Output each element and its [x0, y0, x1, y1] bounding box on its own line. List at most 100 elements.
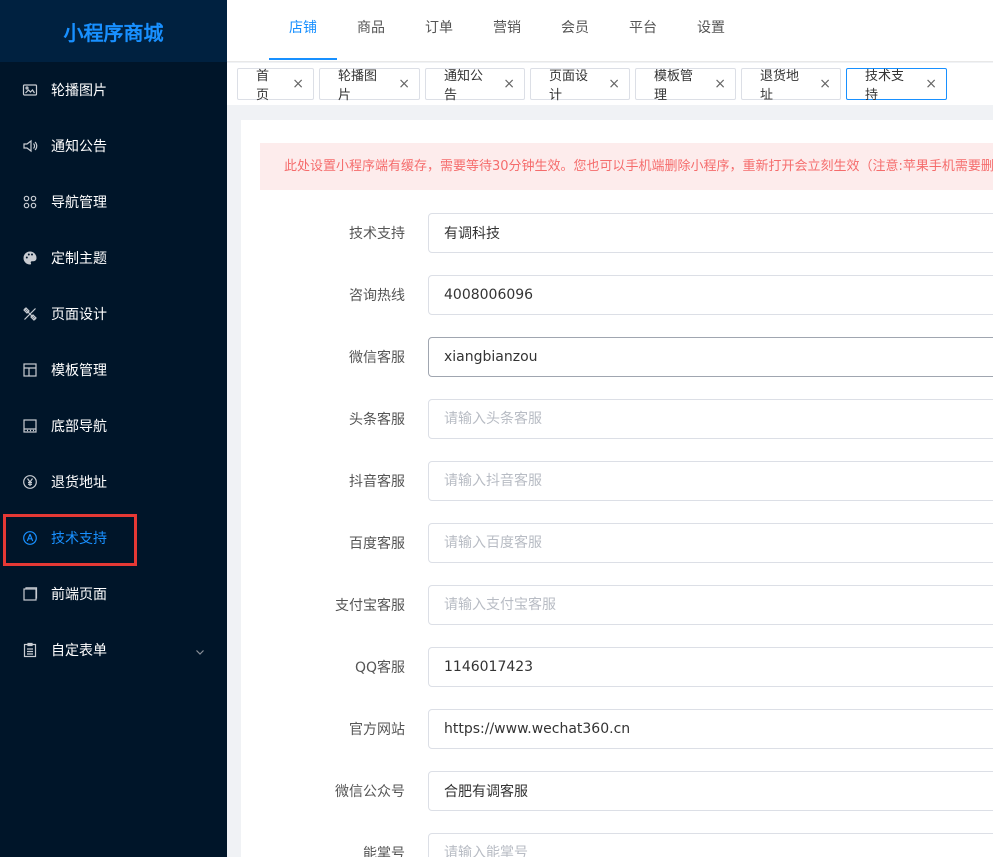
close-icon[interactable]: × [503, 76, 515, 92]
tag-return-address[interactable]: 退货地址 × [741, 68, 841, 103]
sidebar-item-label: 轮播图片 [51, 83, 107, 99]
tag-home[interactable]: 首页 × [237, 68, 314, 103]
close-icon[interactable]: × [714, 76, 726, 92]
field-label: 微信客服 [349, 350, 405, 366]
qq-service-input[interactable] [428, 647, 993, 687]
field-label: 支付宝客服 [335, 598, 405, 614]
form-row-official-website: 官方网站 [241, 709, 993, 749]
sidebar-item-label: 技术支持 [51, 531, 107, 547]
form-row-alipay-service: 支付宝客服 [241, 585, 993, 625]
field-label: 咨询热线 [349, 288, 405, 304]
tag-tech-support[interactable]: 技术支持 × [846, 68, 947, 103]
tag-label: 技术支持 [865, 69, 905, 103]
toutiao-service-input[interactable] [428, 399, 993, 439]
sidebar-item-label: 导航管理 [51, 195, 107, 211]
bottom-nav-icon [22, 418, 38, 434]
clipboard-icon [22, 642, 38, 658]
field-label: 能掌号 [363, 846, 405, 857]
official-website-input[interactable] [428, 709, 993, 749]
sidebar-item-theme[interactable]: 定制主题 [0, 230, 227, 286]
image-icon [22, 82, 38, 98]
sidebar-item-navigation[interactable]: 导航管理 [0, 174, 227, 230]
tag-label: 通知公告 [444, 69, 484, 103]
open-pages-tagbar: 首页 × 轮播图片 × 通知公告 × 页面设计 × 模板管理 × 退货地址 × 技术支持 × [227, 63, 993, 105]
tag-notice[interactable]: 通知公告 × [425, 68, 525, 103]
top-header: 店铺 商品 订单 营销 会员 平台 设置 [227, 0, 993, 62]
palette-icon [22, 250, 38, 266]
tab-store[interactable]: 店铺 [269, 0, 337, 62]
sidebar-item-tech-support[interactable]: 技术支持 [0, 510, 227, 566]
tag-label: 轮播图片 [338, 69, 378, 103]
form-row-qq-service: QQ客服 [241, 647, 993, 687]
tag-page-design[interactable]: 页面设计 × [530, 68, 630, 103]
sidebar: 小程序商城 轮播图片 通知公告 导航管理 定制主题 页面设计 模板管理 底部导航… [0, 0, 227, 857]
tab-products[interactable]: 商品 [337, 0, 405, 62]
field-label: 微信公众号 [335, 784, 405, 800]
nengzhang-input[interactable] [428, 833, 993, 857]
sidebar-item-label: 页面设计 [51, 307, 107, 323]
sidebar-item-label: 退货地址 [51, 475, 107, 491]
tag-label: 模板管理 [654, 69, 694, 103]
douyin-service-input[interactable] [428, 461, 993, 501]
chevron-down-icon[interactable] [195, 645, 205, 655]
tab-marketing[interactable]: 营销 [473, 0, 541, 62]
sidebar-item-label: 通知公告 [51, 139, 107, 155]
tag-carousel[interactable]: 轮播图片 × [319, 68, 420, 103]
wechat-service-input[interactable] [428, 337, 993, 377]
form-row-douyin-service: 抖音客服 [241, 461, 993, 501]
sidebar-item-label: 模板管理 [51, 363, 107, 379]
sidebar-item-frontend-pages[interactable]: 前端页面 [0, 566, 227, 622]
grid-icon [22, 194, 38, 210]
tag-label: 页面设计 [549, 69, 589, 103]
tab-members[interactable]: 会员 [541, 0, 609, 62]
field-label: 技术支持 [349, 226, 405, 242]
field-label: 百度客服 [349, 536, 405, 552]
close-icon[interactable]: × [925, 76, 937, 92]
field-label: QQ客服 [354, 660, 405, 676]
support-icon [22, 530, 38, 546]
sidebar-item-templates[interactable]: 模板管理 [0, 342, 227, 398]
form-row-wechat-service: 微信客服 [241, 337, 993, 377]
close-icon[interactable]: × [608, 76, 620, 92]
wechat-official-account-input[interactable] [428, 771, 993, 811]
sidebar-item-notice[interactable]: 通知公告 [0, 118, 227, 174]
sidebar-item-label: 定制主题 [51, 251, 107, 267]
hotline-input[interactable] [428, 275, 993, 315]
close-icon[interactable]: × [292, 76, 304, 92]
top-nav-tabs: 店铺 商品 订单 营销 会员 平台 设置 [227, 0, 993, 62]
main-content: 此处设置小程序端有缓存，需要等待30分钟生效。您也可以手机端删除小程序，重新打开… [241, 120, 993, 857]
sidebar-item-label: 自定表单 [51, 643, 107, 659]
sidebar-item-carousel[interactable]: 轮播图片 [0, 62, 227, 118]
template-icon [22, 362, 38, 378]
design-tools-icon [22, 306, 38, 322]
tag-label: 退货地址 [760, 69, 800, 103]
tab-orders[interactable]: 订单 [405, 0, 473, 62]
form-row-tech-support: 技术支持 [241, 213, 993, 253]
sidebar-item-label: 前端页面 [51, 587, 107, 603]
app-logo-title: 小程序商城 [0, 0, 227, 62]
tab-platform[interactable]: 平台 [609, 0, 677, 62]
sidebar-item-bottom-nav[interactable]: 底部导航 [0, 398, 227, 454]
window-icon [22, 586, 38, 602]
tag-templates[interactable]: 模板管理 × [635, 68, 736, 103]
close-icon[interactable]: × [819, 76, 831, 92]
sidebar-menu: 轮播图片 通知公告 导航管理 定制主题 页面设计 模板管理 底部导航 退货地址 … [0, 62, 227, 678]
form-row-hotline: 咨询热线 [241, 275, 993, 315]
tech-support-input[interactable] [428, 213, 993, 253]
sidebar-item-return-address[interactable]: 退货地址 [0, 454, 227, 510]
form-row-baidu-service: 百度客服 [241, 523, 993, 563]
sidebar-item-page-design[interactable]: 页面设计 [0, 286, 227, 342]
cache-notice-alert: 此处设置小程序端有缓存，需要等待30分钟生效。您也可以手机端删除小程序，重新打开… [260, 143, 993, 190]
close-icon[interactable]: × [398, 76, 410, 92]
speaker-icon [22, 138, 38, 154]
field-label: 官方网站 [349, 722, 405, 738]
tag-label: 首页 [256, 69, 270, 103]
yen-circle-icon [22, 474, 38, 490]
form-row-nengzhang: 能掌号 [241, 833, 993, 857]
alipay-service-input[interactable] [428, 585, 993, 625]
sidebar-item-custom-forms[interactable]: 自定表单 [0, 622, 227, 678]
tab-settings[interactable]: 设置 [677, 0, 745, 62]
baidu-service-input[interactable] [428, 523, 993, 563]
field-label: 头条客服 [349, 412, 405, 428]
form-row-wechat-official-account: 微信公众号 [241, 771, 993, 811]
